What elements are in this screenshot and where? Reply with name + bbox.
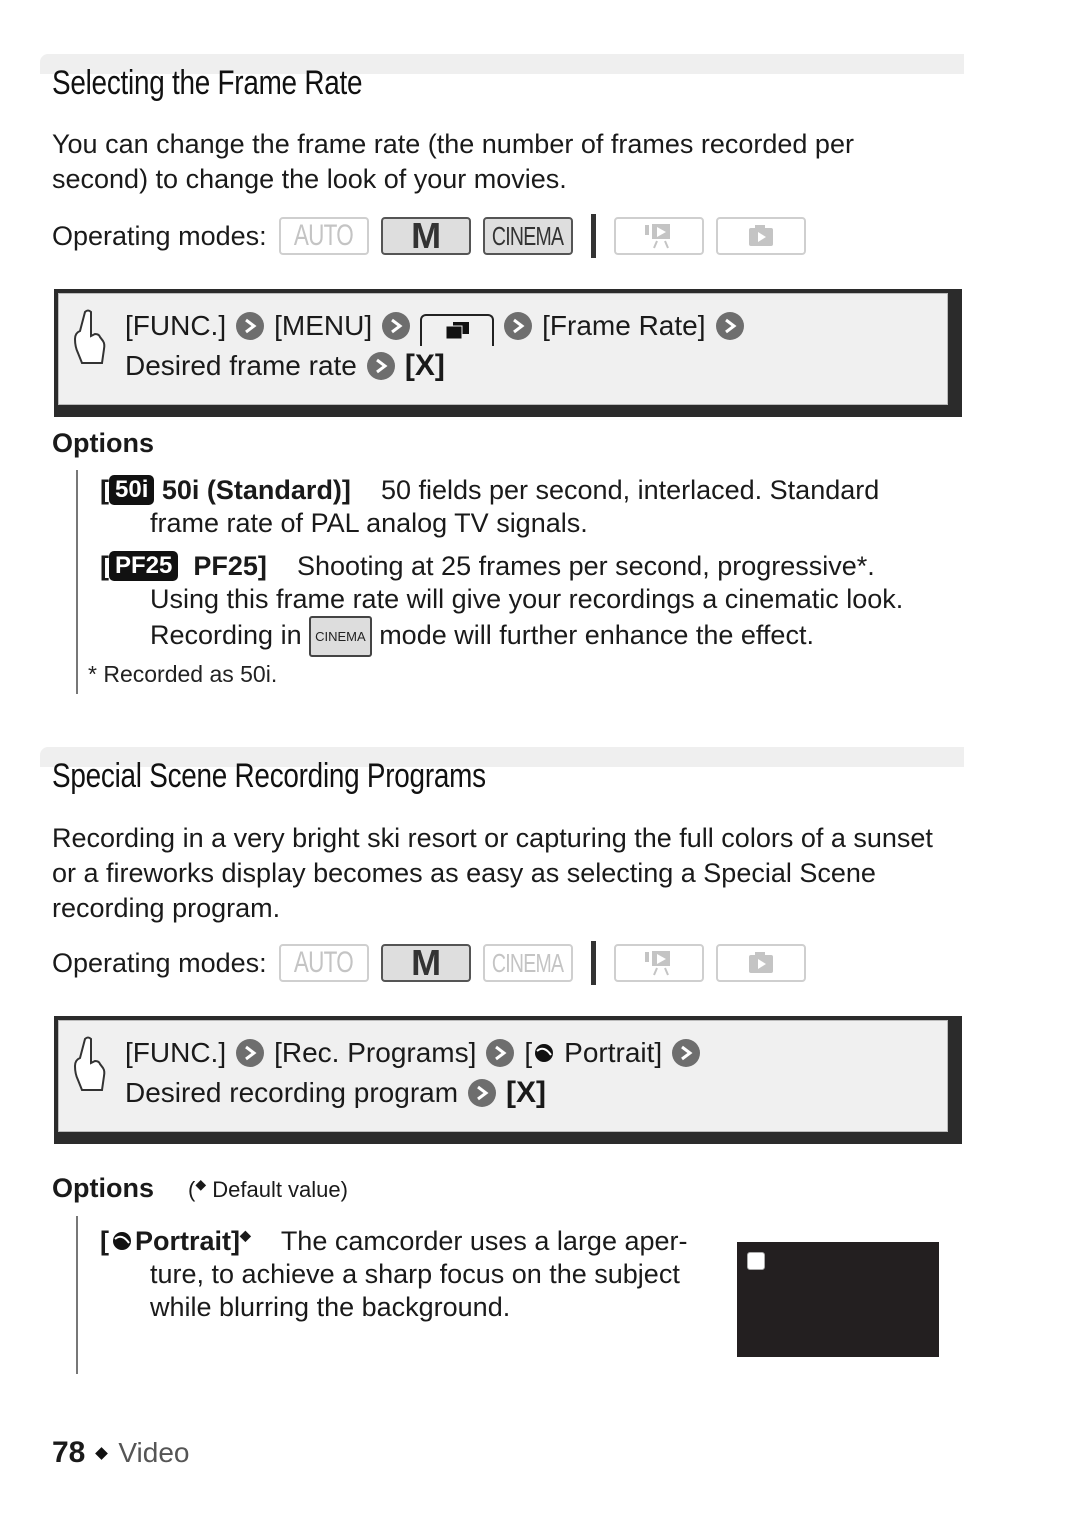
portrait-icon xyxy=(535,1044,554,1062)
options-heading: Options xyxy=(52,428,154,458)
operating-modes-row: Operating modes: AUTO M CINEMA xyxy=(52,941,818,985)
diamond-separator-icon xyxy=(95,1446,109,1460)
next-arrow-icon xyxy=(486,1039,515,1067)
next-arrow-icon xyxy=(672,1039,701,1067)
mode-manual: M xyxy=(380,215,471,256)
tag-pf25-icon: PF25 xyxy=(109,551,179,581)
operating-modes-row: Operating modes: AUTO M CINEMA xyxy=(52,214,818,258)
mode-cinema: CINEMA xyxy=(482,944,573,982)
movie-menu-tab-icon xyxy=(420,314,495,346)
procedure-line-1: [FUNC.] [MENU] [Frame Rate] xyxy=(125,306,937,346)
section-name: Video xyxy=(118,1437,190,1468)
step-menu: [MENU] xyxy=(274,310,373,341)
default-value-note: (◆ Default value) xyxy=(188,1176,348,1202)
page-footer: 78 Video xyxy=(52,1436,189,1470)
touch-hand-icon xyxy=(73,309,106,364)
next-arrow-icon xyxy=(236,1039,265,1067)
procedure-line-1: [FUNC.] [Rec. Programs] [Portrait] xyxy=(125,1033,937,1073)
step-rec-programs: [Rec. Programs] xyxy=(274,1037,477,1068)
portrait-screen-preview xyxy=(737,1242,939,1357)
mode-separator xyxy=(590,941,596,985)
touch-hand-icon xyxy=(73,1036,106,1091)
procedure-box-frame-rate: [FUNC.] [MENU] [Frame Rate] Desired fram… xyxy=(54,289,962,417)
next-arrow-icon xyxy=(366,352,395,380)
section-title-frame-rate: Selecting the Frame Rate xyxy=(52,64,363,102)
photo-playback-icon xyxy=(715,217,806,255)
options-heading: Options (◆ Default value) xyxy=(52,1173,348,1203)
section-intro-frame-rate: You can change the frame rate (the numbe… xyxy=(52,129,854,194)
step-frame-rate: [Frame Rate] xyxy=(542,310,706,341)
mode-cinema: CINEMA xyxy=(482,217,573,255)
mode-auto: AUTO xyxy=(278,217,369,255)
next-arrow-icon xyxy=(715,312,744,340)
default-diamond-icon: ◆ xyxy=(240,1227,251,1243)
step-func: [FUNC.] xyxy=(125,310,227,341)
option-50i: [50i 50i (Standard)] 50 fields per secon… xyxy=(100,475,880,538)
next-arrow-icon xyxy=(236,312,265,340)
step-portrait: [Portrait] xyxy=(524,1037,663,1068)
close-step: [X] xyxy=(404,349,445,382)
section-intro-scene-programs: Recording in a very bright ski resort or… xyxy=(52,823,933,923)
step-func: [FUNC.] xyxy=(125,1037,227,1068)
mode-manual: M xyxy=(380,942,471,983)
option-portrait: [Portrait]◆ The camcorder uses a large a… xyxy=(100,1226,688,1322)
step-desired-program: Desired recording program xyxy=(125,1077,459,1108)
next-arrow-icon xyxy=(468,1079,497,1107)
section-title-scene-programs: Special Scene Recording Programs xyxy=(52,757,486,795)
mode-separator xyxy=(590,214,596,258)
procedure-box-scene-programs: [FUNC.] [Rec. Programs] [Portrait] Desir… xyxy=(54,1016,962,1144)
default-diamond-icon: ◆ xyxy=(195,1176,207,1192)
photo-playback-icon xyxy=(715,944,806,982)
mode-auto: AUTO xyxy=(278,944,369,982)
procedure-line-2: Desired recording program [X] xyxy=(125,1073,937,1113)
cinema-mode-icon: CINEMA xyxy=(309,616,372,657)
movie-playback-icon xyxy=(613,217,704,255)
options-divider xyxy=(76,1216,78,1374)
page-number: 78 xyxy=(52,1436,86,1469)
tag-50i-icon: 50i xyxy=(109,475,155,505)
step-desired-frame-rate: Desired frame rate xyxy=(125,350,357,381)
movie-playback-icon xyxy=(613,944,704,982)
operating-modes-label: Operating modes: xyxy=(52,220,267,251)
option-pf25: [PF25 PF25] Shooting at 25 frames per se… xyxy=(100,550,940,657)
next-arrow-icon xyxy=(382,312,411,340)
procedure-line-2: Desired frame rate [X] xyxy=(125,346,937,386)
footnote: * Recorded as 50i. xyxy=(88,661,278,687)
options-divider xyxy=(76,470,78,694)
operating-modes-label: Operating modes: xyxy=(52,947,267,978)
next-arrow-icon xyxy=(504,312,533,340)
portrait-icon xyxy=(113,1232,131,1250)
close-step: [X] xyxy=(506,1076,547,1109)
portrait-icon xyxy=(747,1252,765,1270)
